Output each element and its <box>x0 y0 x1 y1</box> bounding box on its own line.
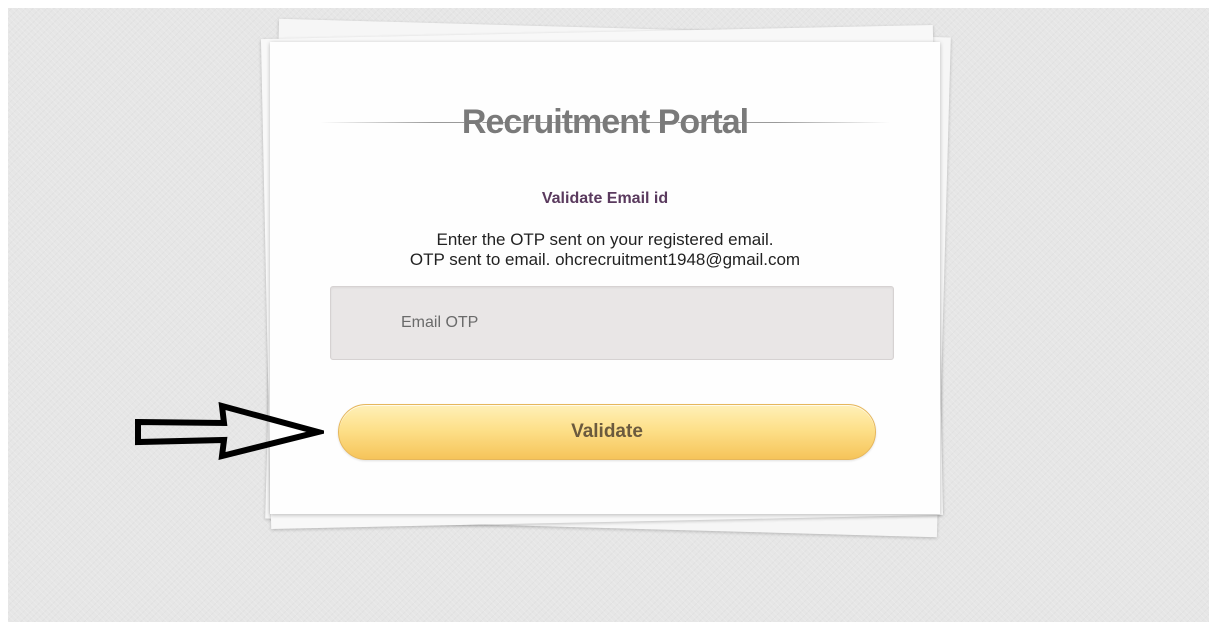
arrow-right-icon <box>135 402 324 460</box>
instruction-line-1: Enter the OTP sent on your registered em… <box>436 230 774 249</box>
section-subtitle: Validate Email id <box>541 190 669 207</box>
instruction-line-2: OTP sent to email. ohcrecruitment1948@gm… <box>409 250 801 269</box>
instructions-text: Enter the OTP sent on your registered em… <box>270 230 940 270</box>
title-block: Recruitment Portal <box>320 102 890 142</box>
page-title: Recruitment Portal <box>461 103 749 141</box>
validation-card: Recruitment Portal Validate Email id Ent… <box>270 42 940 514</box>
validate-button[interactable]: Validate <box>338 404 876 460</box>
email-otp-input[interactable] <box>330 286 894 360</box>
page-background: Recruitment Portal Validate Email id Ent… <box>8 8 1209 622</box>
